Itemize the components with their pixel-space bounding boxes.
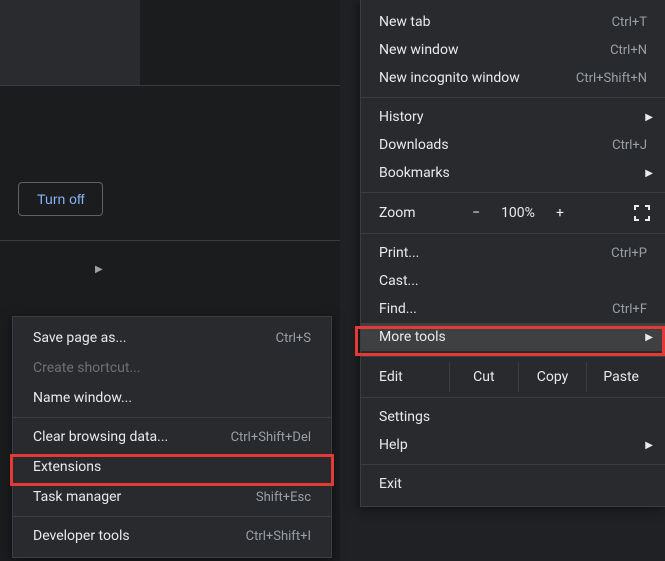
menu-item-downloads[interactable]: Downloads Ctrl+J — [361, 131, 665, 159]
menu-label: New incognito window — [379, 70, 520, 86]
submenu-label: Developer tools — [33, 528, 130, 544]
submenu-shortcut: Ctrl+Shift+Del — [231, 430, 311, 445]
submenu-item-extensions[interactable]: Extensions — [13, 452, 331, 482]
chevron-right-icon: ▶ — [645, 332, 653, 343]
divider — [0, 85, 340, 86]
menu-item-new-incognito[interactable]: New incognito window Ctrl+Shift+N — [361, 64, 665, 92]
menu-item-cast[interactable]: Cast... — [361, 267, 665, 295]
menu-separator — [361, 97, 665, 98]
submenu-shortcut: Ctrl+S — [276, 331, 311, 346]
submenu-item-name-window[interactable]: Name window... — [13, 383, 331, 413]
menu-item-history[interactable]: History ▶ — [361, 103, 665, 131]
menu-separator — [361, 192, 665, 193]
submenu-label: Clear browsing data... — [33, 429, 168, 445]
submenu-shortcut: Ctrl+Shift+I — [246, 529, 311, 544]
submenu-shortcut: Shift+Esc — [256, 490, 311, 505]
menu-item-more-tools[interactable]: More tools ▶ — [361, 323, 665, 351]
menu-item-edit-row: Edit Cut Copy Paste — [361, 362, 665, 392]
menu-item-bookmarks[interactable]: Bookmarks ▶ — [361, 159, 665, 187]
more-tools-submenu: Save page as... Ctrl+S Create shortcut..… — [12, 316, 332, 558]
menu-label: Bookmarks — [379, 165, 450, 181]
menu-shortcut: Ctrl+J — [612, 138, 647, 153]
submenu-separator — [13, 417, 331, 418]
menu-label: Find... — [379, 301, 417, 317]
edit-label: Edit — [379, 369, 449, 385]
menu-label: Exit — [379, 476, 402, 492]
submenu-label: Name window... — [33, 390, 132, 406]
menu-item-new-window[interactable]: New window Ctrl+N — [361, 36, 665, 64]
submenu-label: Create shortcut... — [33, 360, 141, 376]
fullscreen-icon[interactable] — [633, 204, 651, 222]
menu-shortcut: Ctrl+T — [612, 15, 647, 30]
cut-button[interactable]: Cut — [449, 362, 518, 392]
submenu-label: Extensions — [33, 459, 101, 475]
menu-label: Settings — [379, 409, 430, 425]
menu-separator — [361, 233, 665, 234]
menu-label: New tab — [379, 14, 430, 30]
menu-label: New window — [379, 42, 458, 58]
menu-label: More tools — [379, 329, 446, 345]
menu-label: Help — [379, 437, 408, 453]
paste-button[interactable]: Paste — [586, 362, 655, 392]
turn-off-button[interactable]: Turn off — [18, 182, 103, 216]
browser-main-menu: New tab Ctrl+T New window Ctrl+N New inc… — [360, 0, 665, 507]
copy-button[interactable]: Copy — [518, 362, 587, 392]
chevron-right-icon: ▶ — [645, 440, 653, 451]
zoom-in-button[interactable]: + — [543, 205, 577, 221]
menu-label: Downloads — [379, 137, 449, 153]
menu-item-print[interactable]: Print... Ctrl+P — [361, 239, 665, 267]
menu-shortcut: Ctrl+P — [611, 246, 647, 261]
submenu-item-clear-browsing-data[interactable]: Clear browsing data... Ctrl+Shift+Del — [13, 422, 331, 452]
menu-item-help[interactable]: Help ▶ — [361, 431, 665, 459]
submenu-item-save-page[interactable]: Save page as... Ctrl+S — [13, 323, 331, 353]
chevron-right-icon: ▶ — [645, 168, 653, 179]
menu-separator — [361, 356, 665, 357]
submenu-label: Save page as... — [33, 330, 127, 346]
menu-item-new-tab[interactable]: New tab Ctrl+T — [361, 8, 665, 36]
chevron-right-icon: ▶ — [95, 264, 103, 275]
submenu-label: Task manager — [33, 489, 121, 505]
menu-item-exit[interactable]: Exit — [361, 470, 665, 498]
menu-label: Print... — [379, 245, 419, 261]
menu-shortcut: Ctrl+F — [612, 302, 647, 317]
menu-item-zoom: Zoom − 100% + — [361, 198, 665, 228]
menu-item-find[interactable]: Find... Ctrl+F — [361, 295, 665, 323]
chevron-right-icon: ▶ — [645, 112, 653, 123]
zoom-out-button[interactable]: − — [459, 205, 493, 221]
menu-separator — [361, 397, 665, 398]
menu-separator — [361, 464, 665, 465]
submenu-item-developer-tools[interactable]: Developer tools Ctrl+Shift+I — [13, 521, 331, 551]
menu-shortcut: Ctrl+Shift+N — [576, 71, 647, 86]
background-tab-area — [0, 0, 140, 85]
submenu-item-create-shortcut: Create shortcut... — [13, 353, 331, 383]
menu-label: Cast... — [379, 273, 419, 289]
menu-label: History — [379, 109, 424, 125]
submenu-separator — [13, 516, 331, 517]
menu-shortcut: Ctrl+N — [610, 43, 647, 58]
submenu-item-task-manager[interactable]: Task manager Shift+Esc — [13, 482, 331, 512]
divider — [0, 240, 340, 241]
zoom-value: 100% — [493, 205, 543, 221]
zoom-label: Zoom — [379, 205, 459, 221]
menu-item-settings[interactable]: Settings — [361, 403, 665, 431]
